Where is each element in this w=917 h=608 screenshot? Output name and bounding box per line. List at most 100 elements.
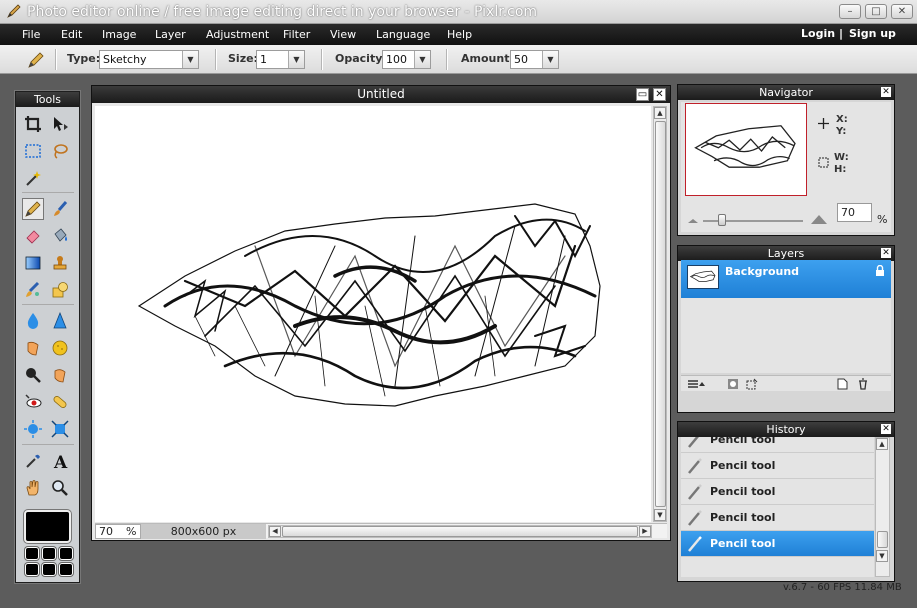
history-item[interactable]: Pencil tool — [681, 479, 874, 505]
color-swatch[interactable] — [25, 563, 39, 576]
menu-help[interactable]: Help — [447, 28, 472, 41]
blur-tool[interactable] — [22, 310, 44, 332]
move-icon — [54, 117, 68, 131]
menu-language[interactable]: Language — [376, 28, 430, 41]
zoom-slider-handle[interactable] — [718, 214, 726, 226]
type-value: Sketchy — [103, 53, 147, 66]
text-tool[interactable]: A — [49, 450, 71, 472]
navigator-preview[interactable] — [685, 103, 807, 196]
stamp-icon — [53, 256, 67, 270]
clone-stamp-tool[interactable] — [49, 252, 71, 274]
marquee-tool[interactable] — [22, 140, 44, 162]
zoom-in-icon[interactable] — [810, 213, 828, 225]
magic-wand-tool[interactable] — [22, 167, 44, 189]
scroll-left-button[interactable]: ◀ — [269, 526, 281, 537]
lasso-tool[interactable] — [49, 140, 71, 162]
document-close-button[interactable]: ✕ — [653, 88, 666, 101]
minimize-button[interactable]: – — [839, 4, 861, 19]
red-eye-tool[interactable] — [22, 391, 44, 413]
scroll-up-button[interactable]: ▲ — [654, 107, 666, 119]
color-swatch[interactable] — [25, 547, 39, 560]
eyedropper-tool[interactable] — [22, 450, 44, 472]
amount-select[interactable]: 50 ▼ — [510, 50, 559, 69]
new-layer-icon[interactable] — [836, 378, 848, 390]
eraser-tool[interactable] — [22, 225, 44, 247]
signup-link[interactable]: Sign up — [849, 27, 896, 40]
horizontal-scroll-thumb[interactable] — [282, 526, 638, 537]
trash-icon[interactable] — [857, 378, 869, 390]
pinch-tool[interactable] — [49, 418, 71, 440]
crop-icon — [25, 116, 41, 132]
tools-divider — [22, 192, 74, 193]
zoom-out-icon[interactable] — [687, 216, 699, 224]
history-item[interactable]: Pencil tool — [681, 505, 874, 531]
document-window: Untitled ▭ ✕ ▲ ▼ 70 % 800x600 px ◀ ▶ — [91, 85, 671, 541]
layer-mask-icon[interactable] — [727, 378, 739, 390]
history-scroll-thumb[interactable] — [877, 531, 888, 548]
maximize-button[interactable]: □ — [865, 4, 887, 19]
sponge-tool[interactable] — [49, 337, 71, 359]
gradient-tool[interactable] — [22, 252, 44, 274]
history-scrollbar[interactable]: ▲ ▼ — [875, 437, 890, 577]
smudge-tool[interactable] — [22, 337, 44, 359]
close-icon[interactable]: ✕ — [881, 248, 891, 258]
dodge-tool[interactable] — [22, 364, 44, 386]
layer-row-background[interactable]: Background — [681, 260, 891, 298]
menu-filter[interactable]: Filter — [283, 28, 310, 41]
paint-bucket-tool[interactable] — [49, 225, 71, 247]
sharpen-tool[interactable] — [49, 310, 71, 332]
scroll-right-button[interactable]: ▶ — [639, 526, 651, 537]
foreground-color-swatch[interactable] — [24, 510, 71, 543]
tools-panel: Tools A — [15, 91, 80, 583]
navigator-zoom-input[interactable]: 70 — [837, 203, 872, 222]
size-select[interactable]: 1 ▼ — [256, 50, 305, 69]
size-value: 1 — [260, 53, 267, 66]
history-item[interactable]: Pencil tool — [681, 453, 874, 479]
shape-tool[interactable] — [49, 279, 71, 301]
vertical-scroll-thumb[interactable] — [655, 121, 666, 507]
scroll-down-button[interactable]: ▼ — [654, 509, 666, 521]
move-tool[interactable] — [49, 113, 71, 135]
zoom-field[interactable]: 70 % — [95, 524, 141, 539]
brush-tool[interactable] — [49, 198, 71, 220]
close-button[interactable]: ✕ — [891, 4, 913, 19]
menu-layer[interactable]: Layer — [155, 28, 186, 41]
close-icon[interactable]: ✕ — [881, 424, 891, 434]
bloat-tool[interactable] — [22, 418, 44, 440]
menu-image[interactable]: Image — [102, 28, 136, 41]
menu-view[interactable]: View — [330, 28, 356, 41]
color-swatch[interactable] — [42, 563, 56, 576]
color-swatch[interactable] — [59, 563, 73, 576]
zoom-tool[interactable] — [49, 477, 71, 499]
marquee-icon — [25, 144, 41, 158]
layer-thumbnail — [687, 265, 719, 289]
image-canvas[interactable] — [95, 106, 651, 522]
login-link[interactable]: Login — [801, 27, 835, 40]
document-maximize-button[interactable]: ▭ — [636, 88, 649, 101]
menu-file[interactable]: File — [22, 28, 40, 41]
options-separator — [215, 49, 216, 70]
color-replace-tool[interactable] — [22, 279, 44, 301]
type-select[interactable]: Sketchy ▼ — [99, 50, 199, 69]
color-swatch[interactable] — [59, 547, 73, 560]
burn-tool[interactable] — [49, 364, 71, 386]
scroll-up-button[interactable]: ▲ — [876, 438, 888, 450]
options-separator — [321, 49, 322, 70]
vertical-scrollbar[interactable]: ▲ ▼ — [653, 106, 667, 522]
close-icon[interactable]: ✕ — [881, 87, 891, 97]
chevron-up-icon[interactable] — [698, 378, 706, 390]
spot-heal-tool[interactable] — [49, 391, 71, 413]
layer-style-icon[interactable] — [746, 378, 758, 390]
history-item[interactable]: Pencil tool — [681, 437, 874, 453]
scroll-down-button[interactable]: ▼ — [876, 550, 888, 562]
hand-tool[interactable] — [22, 477, 44, 499]
horizontal-scrollbar[interactable]: ◀ ▶ — [268, 525, 652, 538]
color-swatch[interactable] — [42, 547, 56, 560]
history-panel-header: History ✕ — [678, 422, 894, 437]
crop-tool[interactable] — [22, 113, 44, 135]
opacity-select[interactable]: 100 ▼ — [382, 50, 431, 69]
history-item-active[interactable]: Pencil tool — [681, 531, 874, 557]
menu-adjustment[interactable]: Adjustment — [206, 28, 269, 41]
pencil-tool[interactable] — [22, 198, 44, 220]
menu-edit[interactable]: Edit — [61, 28, 82, 41]
